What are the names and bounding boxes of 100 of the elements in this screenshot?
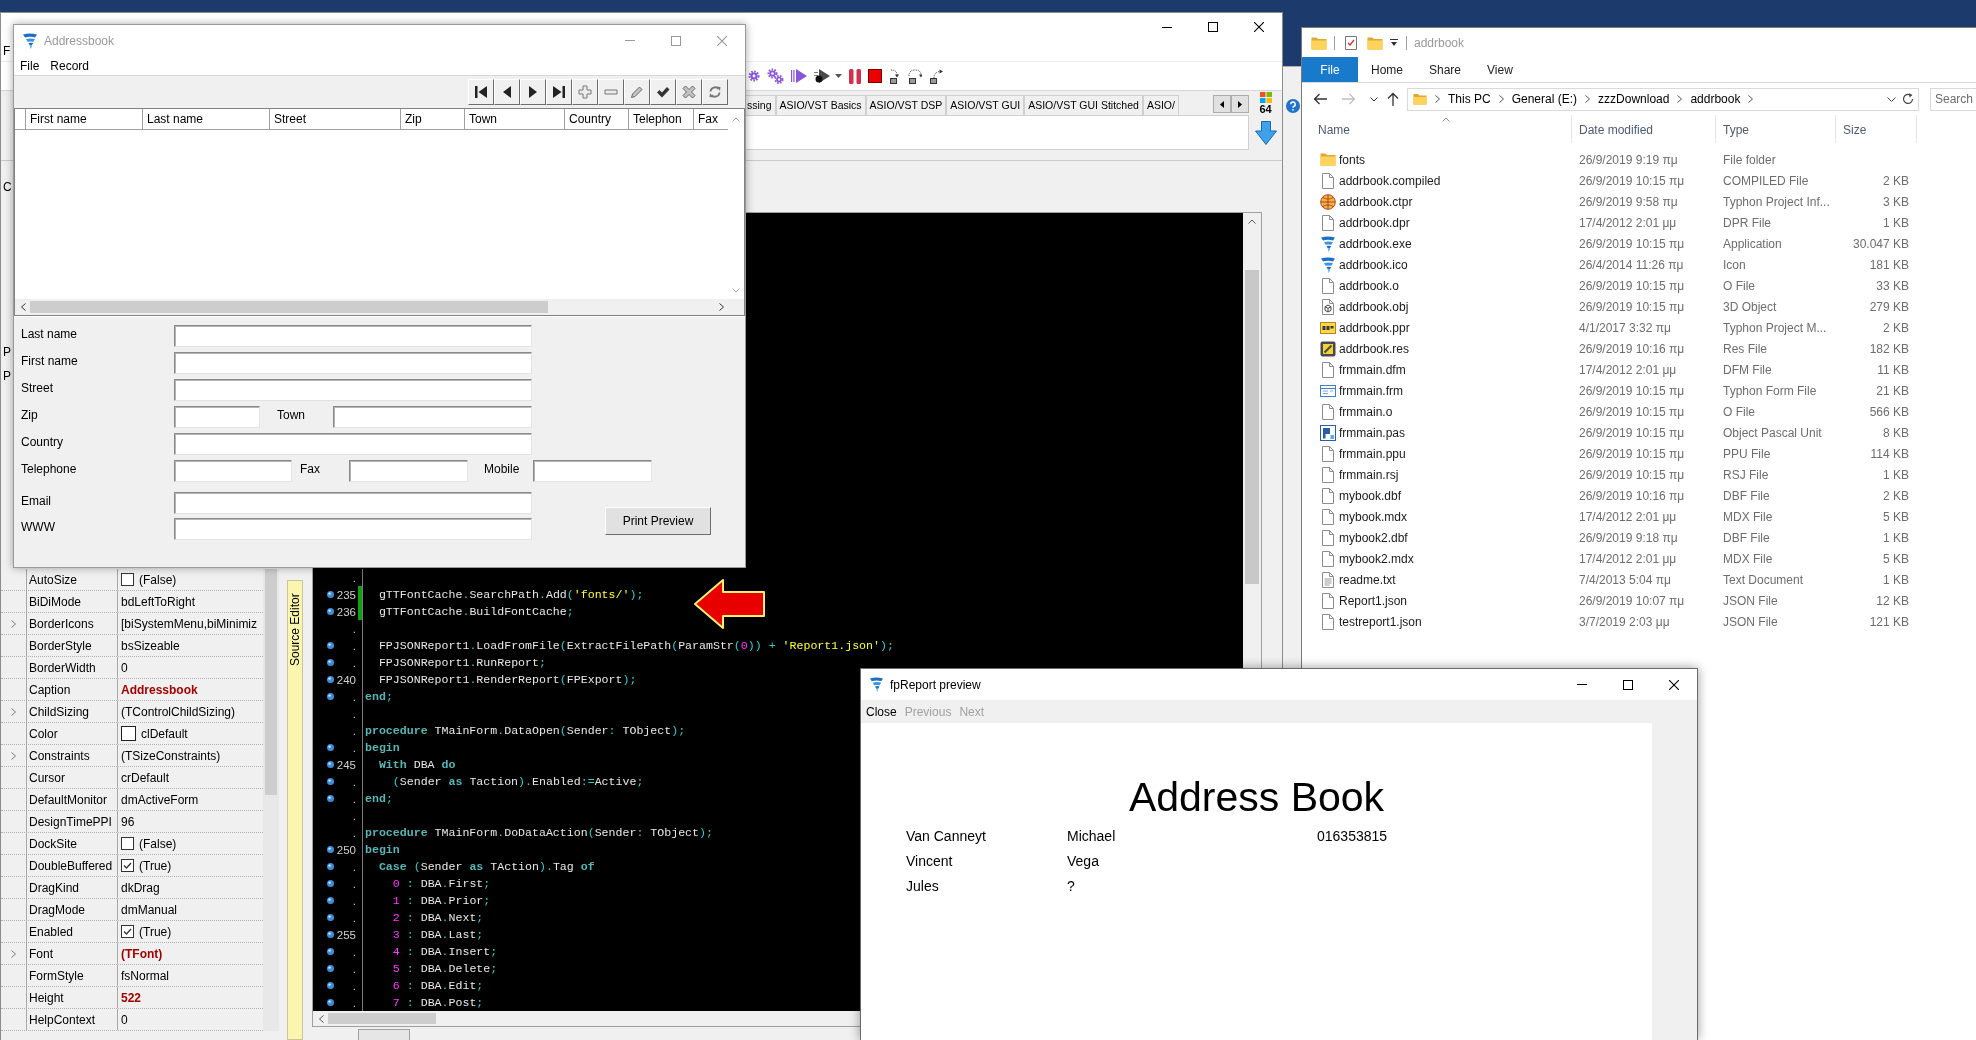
- palette-tab[interactable]: ASIO/VST Basics: [775, 95, 866, 115]
- ribbon-tab[interactable]: View: [1474, 57, 1526, 82]
- step-into-icon[interactable]: [889, 68, 901, 84]
- file-name[interactable]: frmmain.rsj: [1339, 467, 1399, 482]
- breadcrumb-item[interactable]: This PC: [1448, 92, 1491, 106]
- text-field[interactable]: [174, 492, 532, 514]
- step-out-icon[interactable]: [929, 68, 943, 84]
- expand-icon[interactable]: [11, 707, 16, 716]
- scrollbar-thumb[interactable]: [328, 1013, 436, 1024]
- file-name[interactable]: addrbook.compiled: [1339, 173, 1441, 188]
- gears-icon[interactable]: [767, 68, 784, 84]
- file-name[interactable]: addrbook.res: [1339, 341, 1410, 356]
- refresh-icon[interactable]: [1902, 93, 1914, 105]
- file-name[interactable]: mybook2.mdx: [1339, 551, 1414, 566]
- text-field[interactable]: [174, 518, 532, 540]
- column-header[interactable]: Fax: [694, 109, 728, 129]
- tab-scroll-button[interactable]: [1231, 95, 1249, 113]
- file-name[interactable]: mybook2.dbf: [1339, 530, 1408, 545]
- first-button[interactable]: [468, 79, 494, 105]
- text-field[interactable]: [533, 460, 652, 482]
- text-field[interactable]: [174, 433, 532, 455]
- ribbon-tab[interactable]: Home: [1358, 57, 1416, 82]
- chevron-right-icon[interactable]: [719, 303, 724, 311]
- checklist-icon[interactable]: [1345, 35, 1357, 50]
- up-arrow-icon[interactable]: [1387, 92, 1399, 106]
- scrollbar[interactable]: [15, 299, 744, 315]
- insert-button[interactable]: [572, 79, 598, 105]
- file-name[interactable]: addrbook.ico: [1339, 257, 1408, 272]
- data-grid[interactable]: First name Last name Street Zip Town Country Telephon Fax: [14, 108, 745, 316]
- file-name[interactable]: testreport1.json: [1339, 614, 1422, 629]
- next-button[interactable]: [520, 79, 546, 105]
- palette-tab[interactable]: ASIO/: [1142, 95, 1179, 115]
- maximize-icon[interactable]: [1623, 679, 1633, 690]
- column-header[interactable]: Date modified: [1572, 115, 1716, 143]
- text-field[interactable]: [174, 379, 532, 401]
- step-over-icon[interactable]: [908, 68, 922, 84]
- play-icon[interactable]: [791, 69, 807, 83]
- text-field[interactable]: [174, 352, 532, 374]
- refresh-button[interactable]: [702, 79, 728, 105]
- file-name[interactable]: frmmain.frm: [1339, 383, 1403, 398]
- minimize-icon[interactable]: [1162, 26, 1172, 28]
- file-name[interactable]: addrbook.exe: [1339, 236, 1412, 251]
- source-editor-tab[interactable]: Source Editor: [287, 580, 303, 1040]
- file-name[interactable]: addrbook.ppr: [1339, 320, 1410, 335]
- scrollbar-thumb[interactable]: [30, 301, 548, 313]
- scrollbar-thumb[interactable]: [1245, 270, 1259, 584]
- breadcrumb-item[interactable]: General (E:): [1511, 92, 1578, 106]
- delete-button[interactable]: [598, 79, 624, 105]
- stop-icon[interactable]: [868, 69, 882, 83]
- checkbox[interactable]: [121, 925, 134, 938]
- file-menu-button[interactable]: File: [1302, 57, 1358, 82]
- file-name[interactable]: readme.txt: [1339, 572, 1396, 587]
- maximize-icon[interactable]: [1208, 22, 1218, 32]
- text-field[interactable]: [174, 325, 532, 347]
- help-icon[interactable]: [1286, 99, 1300, 113]
- print-preview-button[interactable]: Print Preview: [605, 507, 711, 535]
- tab-scroll-button[interactable]: [1213, 95, 1231, 113]
- column-header[interactable]: Last name: [143, 109, 270, 129]
- file-name[interactable]: mybook.mdx: [1339, 509, 1408, 524]
- column-header[interactable]: First name: [26, 109, 143, 129]
- palette-tab[interactable]: ASIO/VST DSP: [865, 95, 947, 115]
- file-name[interactable]: addrbook.dpr: [1339, 215, 1410, 230]
- expand-icon[interactable]: [11, 949, 16, 958]
- back-arrow-icon[interactable]: [1313, 93, 1327, 105]
- scrollbar[interactable]: [263, 569, 279, 1031]
- file-name[interactable]: addrbook.ctpr: [1339, 194, 1413, 209]
- down-arrow-icon[interactable]: [1254, 121, 1277, 145]
- chevron-left-icon[interactable]: [319, 1014, 324, 1023]
- file-name[interactable]: Report1.json: [1339, 593, 1408, 608]
- text-field[interactable]: [174, 460, 292, 482]
- file-name[interactable]: addrbook.o: [1339, 278, 1400, 293]
- menu-item[interactable]: Record: [50, 58, 90, 73]
- file-name[interactable]: frmmain.dfm: [1339, 362, 1406, 377]
- column-header[interactable]: Town: [465, 109, 565, 129]
- caret-icon[interactable]: [835, 74, 842, 78]
- text-field[interactable]: [349, 460, 468, 482]
- close-icon[interactable]: [1669, 679, 1679, 690]
- text-field[interactable]: [333, 406, 532, 428]
- ribbon-tab[interactable]: Share: [1416, 57, 1475, 82]
- file-name[interactable]: addrbook.obj: [1339, 299, 1409, 314]
- post-button[interactable]: [650, 79, 676, 105]
- menu-item[interactable]: F: [3, 44, 11, 58]
- edit-button[interactable]: [624, 79, 650, 105]
- dropdown-icon[interactable]: [1390, 38, 1398, 47]
- file-name[interactable]: fonts: [1339, 152, 1365, 167]
- breadcrumb-item[interactable]: zzzDownload: [1598, 92, 1670, 106]
- column-header[interactable]: Name: [1315, 115, 1572, 143]
- menu-item[interactable]: File: [20, 58, 40, 73]
- file-name[interactable]: frmmain.pas: [1339, 425, 1406, 440]
- chevron-down-icon[interactable]: [1370, 96, 1378, 102]
- text-field[interactable]: [174, 406, 260, 428]
- checkbox[interactable]: [121, 573, 134, 586]
- last-button[interactable]: [546, 79, 572, 105]
- column-header[interactable]: Size: [1836, 115, 1917, 143]
- expand-icon[interactable]: [11, 619, 16, 628]
- toolbar-button[interactable]: Close: [866, 704, 897, 719]
- search-field[interactable]: Search: [1930, 87, 1976, 111]
- file-name[interactable]: frmmain.ppu: [1339, 446, 1406, 461]
- column-header[interactable]: Type: [1716, 115, 1836, 143]
- chevron-left-icon[interactable]: [21, 303, 26, 311]
